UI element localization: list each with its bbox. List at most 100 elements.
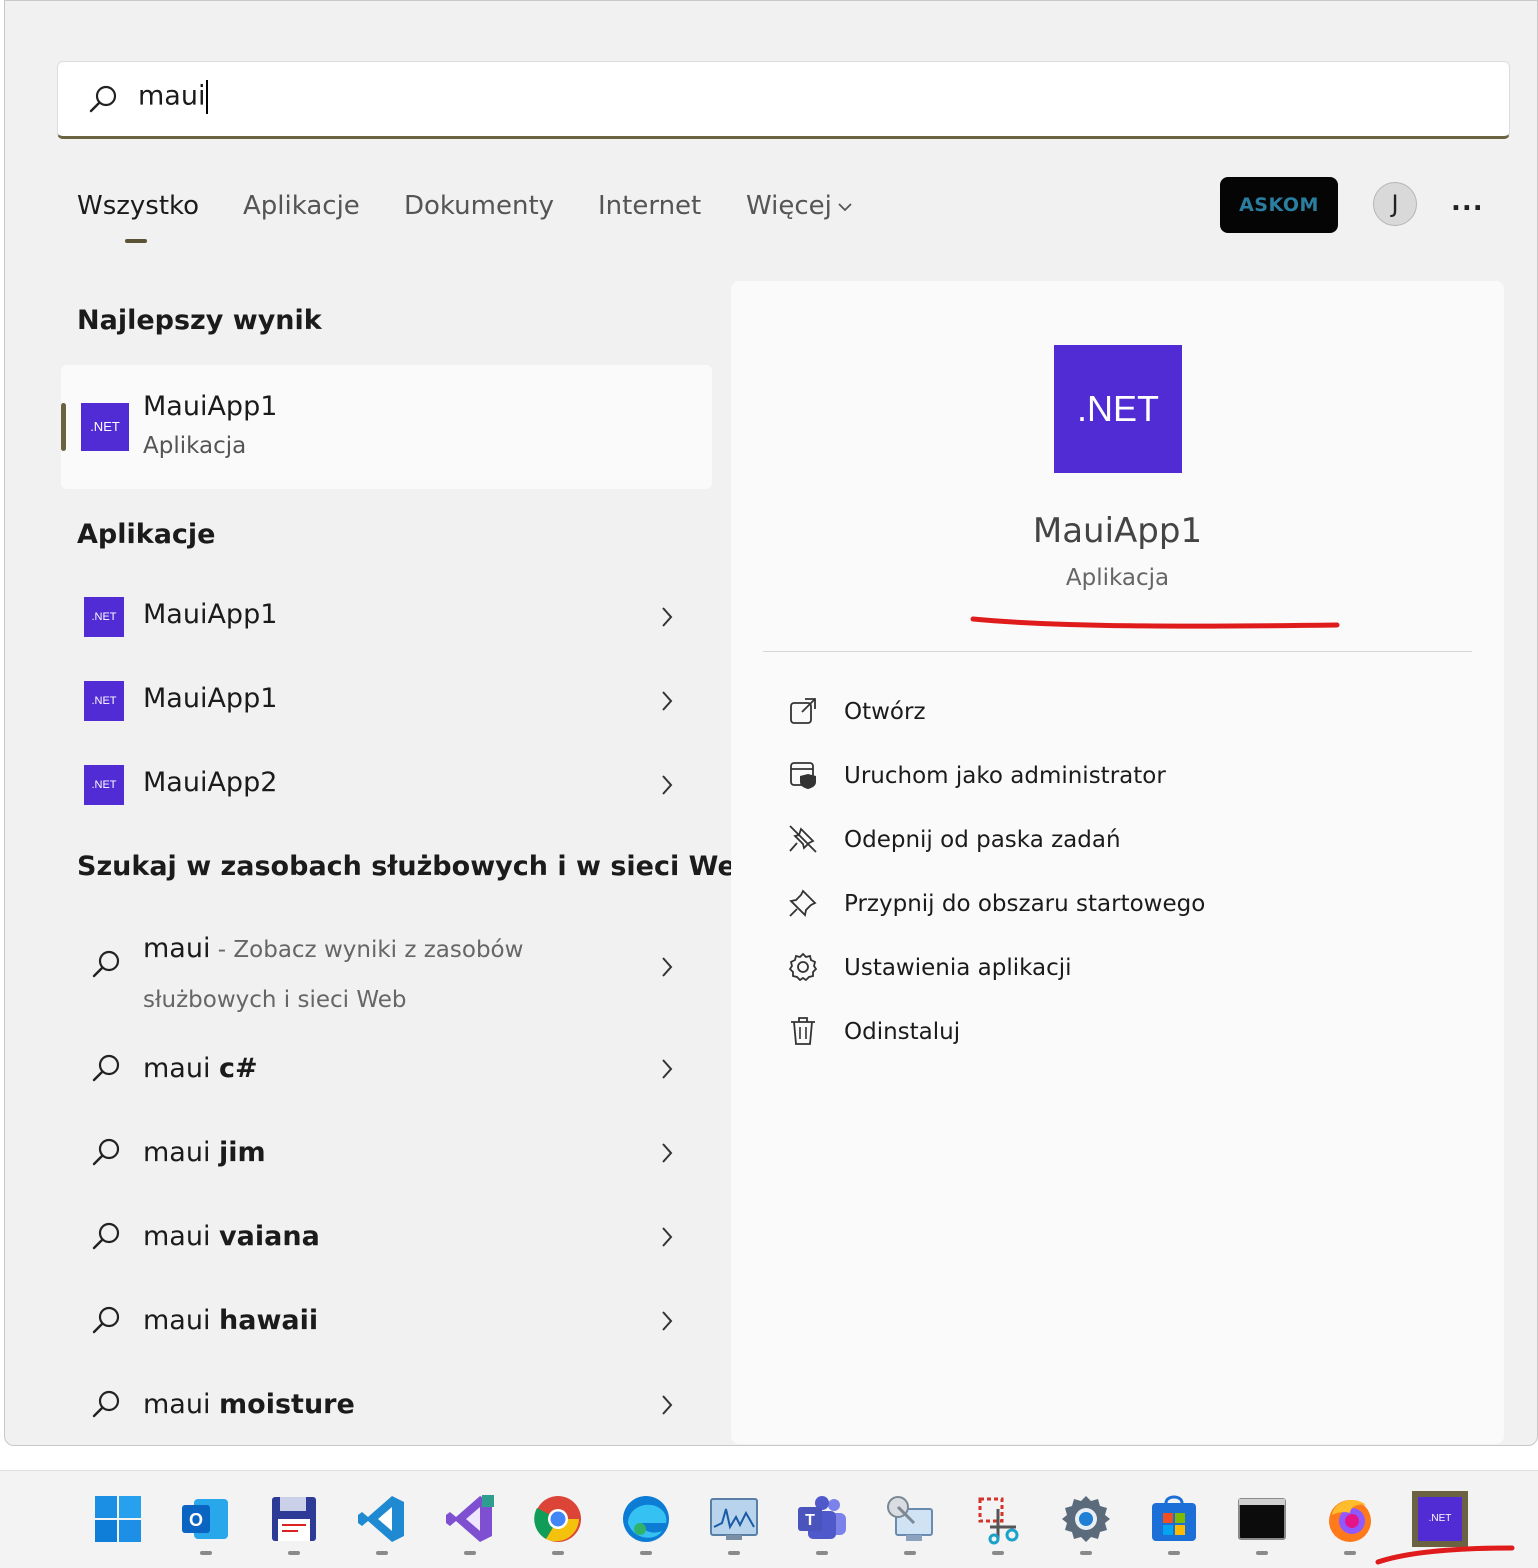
start-icon[interactable]	[92, 1493, 144, 1545]
best-match-item[interactable]: .NET MauiApp1 Aplikacja	[61, 365, 712, 489]
chevron-right-icon[interactable]	[659, 1309, 675, 1333]
search-icon	[89, 85, 117, 113]
start-search-panel: maui Wszystko Aplikacje Dokumenty Intern…	[4, 0, 1538, 1446]
app-result-item[interactable]: .NET MauiApp1	[81, 667, 711, 737]
dotnet-app-icon[interactable]: .NET	[1412, 1491, 1468, 1547]
web-suggestion-term: jim	[219, 1137, 266, 1168]
detail-app-name: MauiApp1	[1032, 511, 1203, 551]
chevron-right-icon[interactable]	[659, 773, 675, 797]
web-suggestion-term: c#	[219, 1053, 258, 1084]
chevron-right-icon[interactable]	[659, 689, 675, 713]
web-search-item[interactable]: maui moisture	[81, 1373, 711, 1437]
app-result-label: MauiApp2	[143, 767, 278, 798]
chevron-right-icon[interactable]	[659, 1141, 675, 1165]
search-icon	[92, 1138, 120, 1166]
app-result-item[interactable]: .NET MauiApp2	[81, 751, 711, 821]
web-suggestion-term: moisture	[219, 1389, 355, 1420]
best-match-heading: Najlepszy wynik	[77, 305, 322, 336]
svg-text:O: O	[189, 1510, 203, 1530]
app-result-item[interactable]: .NET MauiApp1	[81, 583, 711, 653]
action-label: Odinstaluj	[844, 1019, 961, 1045]
action-label: Ustawienia aplikacji	[844, 955, 1072, 981]
red-underline-annotation	[1375, 1545, 1515, 1565]
gear-icon	[788, 952, 818, 982]
web-search-item[interactable]: maui - Zobacz wyniki z zasobów służbowyc…	[81, 931, 711, 1013]
web-query-description-line2: służbowych i sieci Web	[143, 987, 407, 1013]
search-icon	[92, 950, 120, 978]
snipping-tool-icon[interactable]	[972, 1493, 1024, 1555]
search-box[interactable]: maui	[57, 61, 1510, 139]
active-tab-indicator	[125, 239, 147, 243]
detail-pane: .NET MauiApp1 Aplikacja Otwórz Uruchom j…	[731, 281, 1504, 1444]
outlook-icon[interactable]: O	[180, 1493, 232, 1555]
chevron-right-icon[interactable]	[659, 1225, 675, 1249]
chrome-icon[interactable]	[532, 1493, 584, 1555]
firefox-icon[interactable]	[1324, 1493, 1376, 1555]
web-search-item[interactable]: maui vaiana	[81, 1205, 711, 1269]
selection-indicator	[61, 403, 66, 451]
open-external-icon	[790, 698, 816, 724]
chevron-down-icon	[838, 202, 852, 211]
svg-text:T: T	[805, 1512, 815, 1529]
edge-icon[interactable]	[620, 1493, 672, 1555]
tab-aplikacje[interactable]: Aplikacje	[243, 191, 360, 221]
dotnet-app-large-icon: .NET	[1054, 345, 1182, 473]
chevron-right-icon[interactable]	[659, 1057, 675, 1081]
action-label: Uruchom jako administrator	[844, 763, 1166, 789]
web-query-description: - Zobacz wyniki z zasobów	[210, 937, 524, 963]
terminal-icon[interactable]	[1236, 1493, 1288, 1555]
more-options-button[interactable]: ...	[1451, 187, 1484, 217]
web-search-item[interactable]: maui jim	[81, 1121, 711, 1185]
web-suggestion-term: hawaii	[219, 1305, 319, 1336]
save-disk-icon[interactable]	[268, 1493, 320, 1555]
search-icon	[92, 1390, 120, 1418]
tab-dokumenty[interactable]: Dokumenty	[404, 191, 554, 221]
action-label: Odepnij od paska zadań	[844, 827, 1121, 853]
best-match-subtitle: Aplikacja	[143, 433, 247, 459]
app-result-label: MauiApp1	[143, 683, 278, 714]
web-search-item[interactable]: maui hawaii	[81, 1289, 711, 1353]
search-icon	[92, 1306, 120, 1334]
red-underline-annotation	[970, 616, 1340, 629]
web-query: maui	[143, 933, 211, 964]
chevron-right-icon[interactable]	[659, 955, 675, 979]
tab-wiecej[interactable]: Więcej	[746, 191, 854, 221]
teams-icon[interactable]: T	[796, 1493, 848, 1555]
chevron-right-icon[interactable]	[659, 1393, 675, 1417]
action-label: Przypnij do obszaru startowego	[844, 891, 1206, 917]
text-caret	[206, 80, 209, 114]
search-input[interactable]: maui	[138, 80, 209, 114]
best-match-title: MauiApp1	[143, 391, 278, 422]
apps-heading: Aplikacje	[77, 519, 216, 550]
tab-internet[interactable]: Internet	[598, 191, 701, 221]
taskbar: O T .NET	[0, 1470, 1538, 1568]
chevron-right-icon[interactable]	[659, 605, 675, 629]
tab-wszystko[interactable]: Wszystko	[77, 191, 199, 243]
detail-app-kind: Aplikacja	[1065, 565, 1170, 591]
action-label: Otwórz	[844, 699, 926, 725]
shield-run-admin-icon	[790, 762, 816, 789]
web-suggestion-term: vaiana	[219, 1221, 320, 1252]
pin-icon	[789, 889, 817, 917]
performance-monitor-icon[interactable]	[708, 1493, 760, 1555]
dotnet-app-icon: .NET	[84, 597, 124, 637]
remote-desktop-icon[interactable]	[884, 1493, 936, 1555]
settings-icon[interactable]	[1060, 1493, 1112, 1555]
trash-icon	[791, 1017, 815, 1045]
search-icon	[92, 1222, 120, 1250]
vscode-icon[interactable]	[356, 1493, 408, 1555]
web-search-item[interactable]: maui c#	[81, 1037, 711, 1101]
dotnet-app-icon: .NET	[84, 765, 124, 805]
search-icon	[92, 1054, 120, 1082]
dotnet-app-taskbar-label: .NET	[1418, 1497, 1462, 1541]
dotnet-app-icon: .NET	[81, 403, 129, 451]
store-icon[interactable]	[1148, 1493, 1200, 1555]
visual-studio-icon[interactable]	[444, 1493, 496, 1555]
org-badge[interactable]: ASKOM	[1220, 177, 1338, 233]
dotnet-app-icon: .NET	[84, 681, 124, 721]
unpin-icon	[789, 825, 817, 853]
avatar[interactable]: J	[1373, 182, 1417, 226]
app-result-label: MauiApp1	[143, 599, 278, 630]
web-search-heading: Szukaj w zasobach służbowych i w sieci W…	[77, 851, 756, 882]
detail-divider	[763, 651, 1472, 652]
